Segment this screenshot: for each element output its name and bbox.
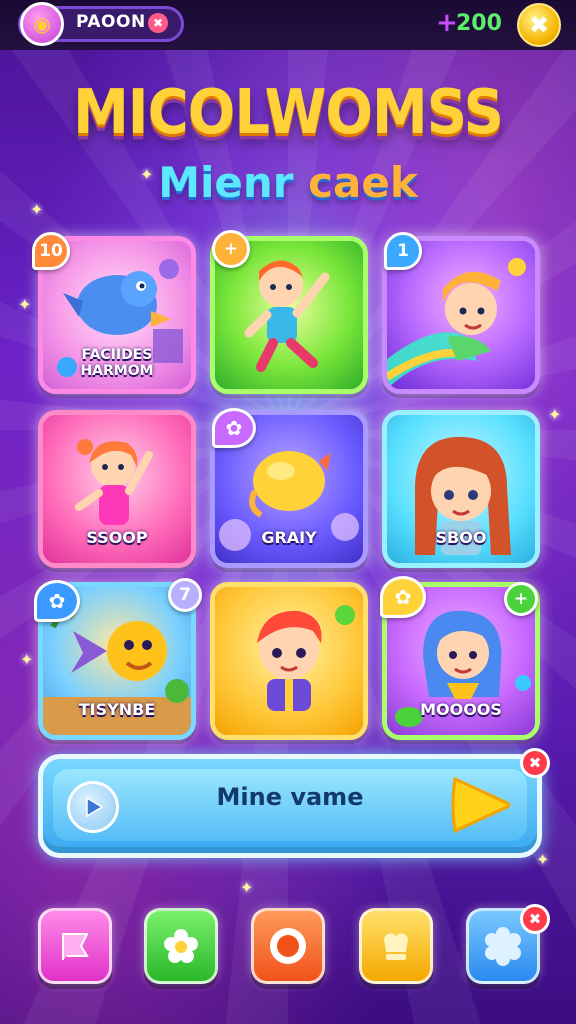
nav-crown-button[interactable] [359, 908, 433, 984]
sparkle: ✦ [536, 850, 550, 869]
tile-badge: 10 [32, 232, 70, 270]
tile-badge-secondary: + [504, 582, 538, 616]
coin-icon[interactable]: ✖ [517, 3, 561, 47]
sparkle: ✦ [18, 295, 32, 314]
currency-value: 200 [456, 11, 502, 36]
level-tile-8[interactable] [210, 582, 368, 740]
tile-badge: ✿ [380, 576, 426, 618]
add-currency-button[interactable]: + [436, 8, 458, 38]
close-icon[interactable]: ✖ [520, 904, 550, 934]
crown-icon [384, 933, 408, 960]
subtitle-part-2: caek [293, 158, 418, 207]
profile-name: PAOON [76, 12, 146, 32]
nav-flag-button[interactable] [38, 908, 112, 984]
tile-label-line-1: FACIIDES [81, 347, 153, 363]
subtitle-part-1: Mienr [158, 158, 294, 207]
flower-icon [164, 929, 198, 963]
tile-label: FACIIDES HARMOM [43, 347, 191, 379]
tile-badge: + [212, 230, 250, 268]
tile-badge: ✿ [34, 580, 80, 622]
sparkle: ✦ [20, 650, 34, 669]
tile-label: TISYNBE [78, 700, 156, 719]
target-icon [270, 928, 306, 964]
sparkle: ✦ [548, 405, 562, 424]
tile-badge: 1 [384, 232, 422, 270]
tile-label-line-2: HARMOM [80, 363, 154, 379]
tile-badge-secondary: 7 [168, 578, 202, 612]
gear-icon [485, 927, 521, 966]
tile-label: SBOO [435, 528, 487, 547]
play-arrow-icon[interactable] [447, 773, 513, 837]
nav-flower-button[interactable] [144, 908, 218, 984]
sparkle: ✦ [240, 878, 254, 897]
level-tile-6[interactable]: SBOO [382, 410, 540, 568]
play-game-bar[interactable]: Mine vame [38, 754, 542, 858]
tile-label: SSOOP [86, 528, 148, 547]
close-icon[interactable]: ✖ [520, 748, 550, 778]
tile-art [215, 587, 363, 735]
tile-label: MOOOOS [420, 700, 502, 719]
nav-target-button[interactable] [251, 908, 325, 984]
top-bar: ◉ PAOON ✖ + 200 ✖ [0, 0, 576, 50]
game-title: MICOLWOMSS [73, 76, 504, 149]
flag-icon [62, 933, 89, 960]
profile-avatar-icon[interactable]: ◉ [20, 2, 64, 46]
profile-badge: ✖ [148, 13, 168, 33]
game-subtitle: Mienr caek [0, 158, 576, 207]
tile-label: GRAIY [261, 528, 317, 547]
boy-portrait-icon [257, 605, 355, 711]
tile-badge: ✿ [212, 408, 256, 448]
level-tile-4[interactable]: SSOOP [38, 410, 196, 568]
